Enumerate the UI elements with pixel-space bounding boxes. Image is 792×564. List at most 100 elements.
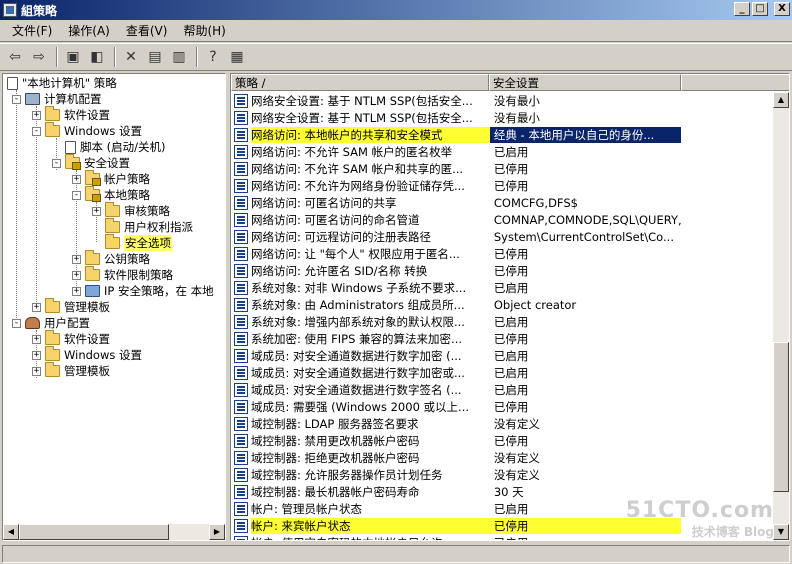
policy-row[interactable]: 域控制器: 拒绝更改机器帐户密码 没有定义 xyxy=(231,449,681,466)
policy-row[interactable]: 系统加密: 使用 FIPS 兼容的算法来加密... 已停用 xyxy=(231,330,681,347)
scroll-right-icon[interactable]: ▶ xyxy=(209,524,225,540)
scroll-thumb[interactable] xyxy=(19,524,169,540)
tree-item-user-rights[interactable]: 用户权利指派 xyxy=(105,218,193,235)
policy-setting-value: 已启用 xyxy=(493,348,529,363)
tree-item-label: "本地计算机" 策略 xyxy=(22,76,117,90)
folder-icon xyxy=(45,106,60,121)
scroll-left-icon[interactable]: ◀ xyxy=(3,524,19,540)
policy-row[interactable]: 域控制器: 最长机器帐户密码寿命 30 天 xyxy=(231,483,681,500)
policy-row[interactable]: 网络访问: 可匿名访问的命名管道 COMNAP,COMNODE,SQL\QUERY… xyxy=(231,211,681,228)
export-list-icon[interactable]: ▥ xyxy=(168,46,190,68)
policy-row[interactable]: 域成员: 对安全通道数据进行数字加密或... 已启用 xyxy=(231,364,681,381)
policy-row[interactable]: 系统对象: 由 Administrators 组成员所... Object cre… xyxy=(231,296,681,313)
menu-help[interactable]: 帮助(H) xyxy=(177,22,235,39)
tree-item-user-admin-templates[interactable]: + 管理模板 xyxy=(32,362,110,379)
policy-row[interactable]: 网络访问: 本地帐户的共享和安全模式 经典 - 本地用户以自己的身份... xyxy=(231,126,681,143)
expand-expander[interactable]: + xyxy=(32,350,41,360)
policy-row[interactable]: 域控制器: LDAP 服务器签名要求 没有定义 xyxy=(231,415,681,432)
policy-row[interactable]: 网络访问: 允许匿名 SID/名称 转换 已停用 xyxy=(231,262,681,279)
collapse-expander[interactable]: - xyxy=(32,126,41,136)
expand-expander[interactable]: + xyxy=(72,286,81,296)
show-hide-tree-icon[interactable]: ◧ xyxy=(86,46,108,68)
maximize-button[interactable]: □ xyxy=(752,2,768,16)
policy-list-view[interactable]: 策略 / 安全设置 网络安全设置: 基于 NTLM SSP(包括安全... 没有最… xyxy=(230,73,790,541)
collapse-expander[interactable]: - xyxy=(12,94,21,104)
collapse-expander[interactable]: - xyxy=(72,190,81,200)
policy-row[interactable]: 网络安全设置: 基于 NTLM SSP(包括安全... 没有最小 xyxy=(231,92,681,109)
minimize-button[interactable]: _ xyxy=(734,2,750,16)
tree-item-software-restriction[interactable]: + 软件限制策略 xyxy=(72,266,173,283)
policy-row[interactable]: 帐户: 来宾帐户状态 已停用 xyxy=(231,517,681,534)
tree-item-windows-settings[interactable]: - Windows 设置 xyxy=(32,122,142,139)
expand-expander[interactable]: + xyxy=(72,174,81,184)
scroll-up-icon[interactable]: ▲ xyxy=(773,92,789,108)
policy-row[interactable]: 网络安全设置: 基于 NTLM SSP(包括安全... 没有最小 xyxy=(231,109,681,126)
tree-item-local-policies[interactable]: - 本地策略 xyxy=(72,186,150,203)
tree-item-user-config[interactable]: - 用户配置 xyxy=(12,315,90,331)
menu-file[interactable]: 文件(F) xyxy=(6,22,62,39)
tree-item-software-settings[interactable]: + 软件设置 xyxy=(32,106,110,123)
policy-row[interactable]: 域控制器: 允许服务器操作员计划任务 没有定义 xyxy=(231,466,681,483)
policy-row[interactable]: 网络访问: 不允许 SAM 帐户的匿名枚举 已启用 xyxy=(231,143,681,160)
properties-icon[interactable]: ▤ xyxy=(144,46,166,68)
scroll-thumb[interactable] xyxy=(773,342,789,492)
expand-expander[interactable]: + xyxy=(32,366,41,376)
column-header-policy[interactable]: 策略 / xyxy=(231,74,489,91)
forward-icon[interactable]: ⇨ xyxy=(28,46,50,68)
expand-expander[interactable]: + xyxy=(92,206,101,216)
expand-expander[interactable]: + xyxy=(32,110,41,120)
policy-row[interactable]: 网络访问: 可远程访问的注册表路径 System\CurrentControlSe… xyxy=(231,228,681,245)
tree-item-public-key[interactable]: + 公钥策略 xyxy=(72,250,150,267)
up-folder-icon[interactable]: ▣ xyxy=(62,46,84,68)
policy-row[interactable]: 帐户: 使用空白密码的本地帐户只允许...已启用 xyxy=(231,534,681,540)
policy-row[interactable]: 域成员: 对安全通道数据进行数字加密 (... 已启用 xyxy=(231,347,681,364)
collapse-expander[interactable]: - xyxy=(52,158,61,168)
tree-item-user-software-settings[interactable]: + 软件设置 xyxy=(32,330,110,347)
policy-setting-icon xyxy=(234,263,248,278)
policy-row[interactable]: 系统对象: 对非 Windows 子系统不要求... 已启用 xyxy=(231,279,681,296)
tree-item-label: 脚本 (启动/关机) xyxy=(80,140,166,154)
tree-item-audit-policy[interactable]: + 审核策略 xyxy=(92,202,170,219)
menu-action[interactable]: 操作(A) xyxy=(62,22,120,39)
menu-view[interactable]: 查看(V) xyxy=(120,22,178,39)
delete-icon[interactable]: ✕ xyxy=(120,46,142,68)
list-vertical-scrollbar[interactable]: ▲ ▼ xyxy=(773,92,789,540)
policy-row[interactable]: 帐户: 管理员帐户状态 已启用 xyxy=(231,500,681,517)
scroll-down-icon[interactable]: ▼ xyxy=(773,524,789,540)
tree-item-local-policy[interactable]: "本地计算机" 策略 xyxy=(7,75,117,91)
policy-row[interactable]: 网络访问: 不允许为网络身份验证储存凭... 已停用 xyxy=(231,177,681,194)
expand-expander[interactable]: + xyxy=(32,334,41,344)
collapse-expander[interactable]: - xyxy=(12,318,21,328)
expand-expander[interactable]: + xyxy=(72,270,81,280)
tree-item-label: IP 安全策略，在 本地 xyxy=(104,284,214,298)
expand-expander[interactable]: + xyxy=(32,302,41,312)
network-policy-icon xyxy=(85,285,100,297)
help-icon[interactable]: ? xyxy=(202,46,224,68)
policy-row[interactable]: 网络访问: 不允许 SAM 帐户和共享的匿... 已停用 xyxy=(231,160,681,177)
console-icon[interactable]: ▦ xyxy=(226,46,248,68)
tree-horizontal-scrollbar[interactable]: ◀ ▶ xyxy=(3,524,225,540)
tree-item-account-policies[interactable]: + 帐户策略 xyxy=(72,170,150,187)
policy-row[interactable]: 域成员: 需要强 (Windows 2000 或以上... 已停用 xyxy=(231,398,681,415)
tree-item-admin-templates[interactable]: + 管理模板 xyxy=(32,298,110,315)
policy-name: 域控制器: 最长机器帐户密码寿命 xyxy=(250,484,420,499)
close-button[interactable]: X xyxy=(774,2,790,16)
column-header-setting[interactable]: 安全设置 xyxy=(489,74,681,91)
policy-setting-value: COMCFG,DFS$ xyxy=(493,195,578,210)
watermark-main: 51CTO.com xyxy=(625,498,774,523)
policy-row[interactable]: 系统对象: 增强内部系统对象的默认权限... 已启用 xyxy=(231,313,681,330)
tree-item-security-options[interactable]: 安全选项 xyxy=(105,234,172,251)
expand-expander[interactable]: + xyxy=(72,254,81,264)
policy-row[interactable]: 域控制器: 禁用更改机器帐户密码 已停用 xyxy=(231,432,681,449)
policy-row[interactable]: 域成员: 对安全通道数据进行数字签名 (... 已启用 xyxy=(231,381,681,398)
console-tree[interactable]: "本地计算机" 策略 - 计算机配置 + 软件设置 - Windows 设置 脚… xyxy=(2,73,226,541)
tree-item-scripts[interactable]: 脚本 (启动/关机) xyxy=(65,139,166,155)
tree-item-user-windows-settings[interactable]: + Windows 设置 xyxy=(32,346,142,363)
tree-item-ip-security[interactable]: + IP 安全策略，在 本地 xyxy=(72,283,214,299)
back-icon[interactable]: ⇦ xyxy=(4,46,26,68)
policy-row[interactable]: 网络访问: 让 "每个人" 权限应用于匿名... 已停用 xyxy=(231,245,681,262)
tree-item-security-settings[interactable]: - 安全设置 xyxy=(52,154,130,171)
tree-item-computer-config[interactable]: - 计算机配置 xyxy=(12,91,102,107)
policy-row[interactable]: 网络访问: 可匿名访问的共享 COMCFG,DFS$ xyxy=(231,194,681,211)
policy-setting-icon xyxy=(234,280,248,295)
